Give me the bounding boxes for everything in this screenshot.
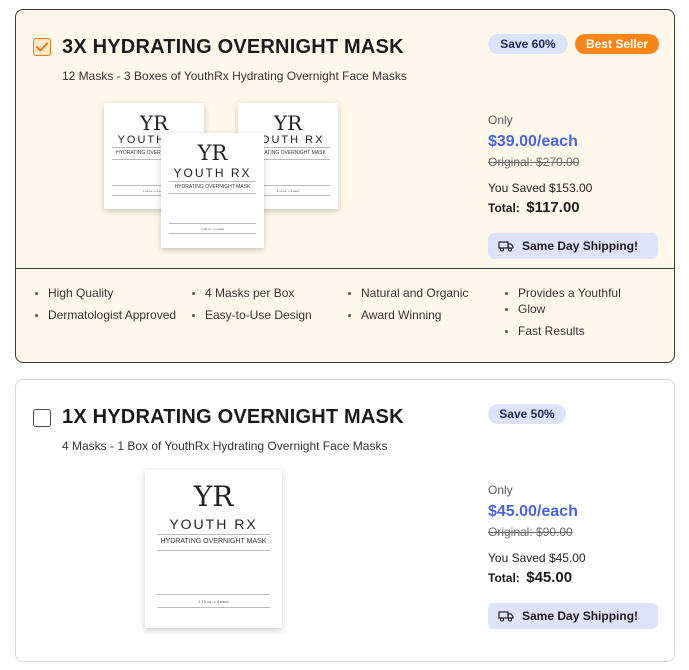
original-price: Original: $90.00 <box>488 525 573 539</box>
product-size: 1.19 oz. x 4 each <box>198 599 229 604</box>
saved-amount: You Saved $153.00 <box>488 181 593 195</box>
feature-item: Dermatologist Approved <box>32 307 176 323</box>
option-card-1x[interactable]: 1X HYDRATING OVERNIGHT MASK Save 50% 4 M… <box>15 379 675 662</box>
product-box: YR YOUTH RX HYDRATING OVERNIGHT MASK 1.1… <box>161 133 264 248</box>
option-checkbox-1x[interactable] <box>33 409 51 427</box>
brand-logo: YR <box>273 111 303 135</box>
brand-logo: YR <box>197 141 228 165</box>
price-block: Only $45.00/each Original: $90.00 You Sa… <box>488 483 586 587</box>
checkmark-icon <box>36 42 48 52</box>
save-badge: Save 50% <box>488 404 566 424</box>
feature-item: Provides a Youthful <box>502 285 621 301</box>
brand-name: YOUTH RX <box>173 166 252 180</box>
feature-item: 4 Masks per Box <box>189 285 294 301</box>
total-row: Total: $117.00 <box>488 199 592 217</box>
option-title: 1X HYDRATING OVERNIGHT MASK <box>62 406 404 428</box>
brand-name: YOUTH RX <box>169 516 258 532</box>
product-size: 1.19 oz. x 4 each <box>201 227 224 231</box>
shipping-badge: Same Day Shipping! <box>488 603 658 629</box>
feature-item-continued: Glow <box>502 301 545 317</box>
only-label: Only <box>488 483 513 497</box>
product-name: HYDRATING OVERNIGHT MASK <box>160 538 267 545</box>
shipping-text: Same Day Shipping! <box>522 609 639 623</box>
price-block: Only $39.00/each Original: $270.00 You S… <box>488 113 592 217</box>
feature-item: Easy-to-Use Design <box>189 307 312 323</box>
product-image-1-box: YR YOUTH RX HYDRATING OVERNIGHT MASK 1.1… <box>145 470 282 628</box>
feature-item-wrap: Glow <box>518 302 546 316</box>
total-label: Total: <box>488 571 520 585</box>
total-row: Total: $45.00 <box>488 569 586 587</box>
option-subtitle: 12 Masks - 3 Boxes of YouthRx Hydrating … <box>62 69 407 83</box>
original-price: Original: $270.00 <box>488 155 580 169</box>
shipping-text: Same Day Shipping! <box>522 239 639 253</box>
feature-item: Award Winning <box>345 307 441 323</box>
total-value: $45.00 <box>526 569 573 586</box>
option-card-3x[interactable]: 3X HYDRATING OVERNIGHT MASK Save 60% Bes… <box>15 9 675 363</box>
option-checkbox-3x[interactable] <box>33 38 51 56</box>
saved-amount: You Saved $45.00 <box>488 551 586 565</box>
option-title: 3X HYDRATING OVERNIGHT MASK <box>62 36 404 58</box>
shipping-badge: Same Day Shipping! <box>488 233 658 259</box>
divider <box>16 268 674 269</box>
truck-icon <box>498 611 514 622</box>
total-label: Total: <box>488 201 520 215</box>
feature-item: High Quality <box>32 285 113 301</box>
brand-logo: YR <box>139 111 169 135</box>
save-badge: Save 60% <box>488 34 568 54</box>
price-each: $45.00/each <box>488 503 578 520</box>
feature-item: Natural and Organic <box>345 285 468 301</box>
total-value: $117.00 <box>526 199 580 216</box>
best-seller-badge: Best Seller <box>575 34 659 54</box>
only-label: Only <box>488 113 513 127</box>
option-subtitle: 4 Masks - 1 Box of YouthRx Hydrating Ove… <box>62 439 388 453</box>
product-name: HYDRATING OVERNIGHT MASK <box>174 184 251 190</box>
price-each: $39.00/each <box>488 133 578 150</box>
feature-item: Fast Results <box>502 323 585 339</box>
brand-logo: YR <box>193 480 234 513</box>
truck-icon <box>498 241 514 252</box>
